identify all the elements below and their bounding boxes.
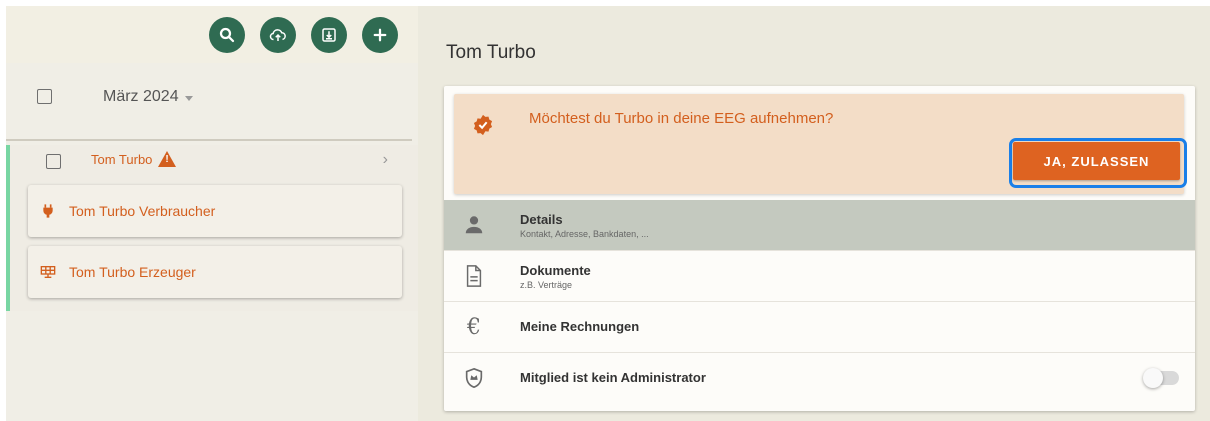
search-button[interactable]: [209, 17, 245, 53]
detail-menu: Details Kontakt, Adresse, Bankdaten, ...…: [444, 200, 1195, 404]
menu-item-title: Details: [520, 212, 563, 227]
document-icon: [463, 265, 485, 287]
search-icon: [219, 27, 235, 43]
menu-item-title: Dokumente: [520, 263, 591, 278]
meter-label: Tom Turbo Erzeuger: [69, 264, 196, 280]
verified-badge-icon: [473, 114, 493, 136]
member-name-wrap: Tom Turbo: [91, 151, 177, 167]
meter-item-producer[interactable]: Tom Turbo Erzeuger: [28, 246, 402, 298]
add-button[interactable]: [362, 17, 398, 53]
download-button[interactable]: [311, 17, 347, 53]
menu-item-subtitle: z.B. Verträge: [520, 280, 573, 290]
menu-item-documents[interactable]: Dokumente z.B. Verträge: [444, 251, 1195, 302]
solar-panel-icon: [40, 266, 56, 278]
meter-label: Tom Turbo Verbraucher: [69, 203, 216, 219]
member-list-panel: März 2024 Tom Turbo › Tom Turbo Verbrauc…: [6, 6, 418, 421]
toolbar: [209, 17, 398, 53]
select-all-checkbox[interactable]: [37, 89, 52, 104]
period-label: März 2024: [103, 88, 179, 105]
upload-button[interactable]: [260, 17, 296, 53]
banner-message: Möchtest du Turbo in deine EEG aufnehmen…: [529, 110, 834, 127]
period-dropdown[interactable]: März 2024: [103, 88, 193, 106]
page-title: Tom Turbo: [446, 42, 536, 63]
plus-icon: [373, 28, 387, 42]
euro-glyph: €: [467, 314, 481, 340]
menu-item-details[interactable]: Details Kontakt, Adresse, Bankdaten, ...: [444, 200, 1195, 251]
download-icon: [322, 28, 336, 42]
menu-item-invoices[interactable]: € Meine Rechnungen: [444, 302, 1195, 353]
member-row[interactable]: Tom Turbo ›: [10, 145, 418, 179]
chevron-right-icon[interactable]: ›: [383, 151, 388, 169]
admin-toggle[interactable]: [1143, 368, 1179, 388]
approve-button[interactable]: JA, ZULASSEN: [1013, 142, 1180, 180]
shield-crown-icon: [463, 367, 485, 389]
detail-card: Möchtest du Turbo in deine EEG aufnehmen…: [444, 86, 1195, 411]
list-toolbar-area: [6, 6, 418, 63]
chevron-down-icon: [184, 96, 193, 101]
member-name: Tom Turbo: [91, 151, 153, 167]
plug-icon: [43, 204, 53, 218]
euro-icon: €: [463, 314, 485, 340]
menu-item-subtitle: Kontakt, Adresse, Bankdaten, ...: [520, 229, 649, 239]
menu-item-admin: Mitglied ist kein Administrator: [444, 353, 1195, 404]
period-selector-row: März 2024: [6, 63, 412, 141]
toggle-knob: [1143, 368, 1163, 388]
member-group: Tom Turbo › Tom Turbo Verbraucher Tom Tu…: [6, 145, 418, 311]
cloud-upload-icon: [269, 29, 286, 41]
warning-icon: [158, 151, 177, 167]
menu-item-title: Meine Rechnungen: [520, 319, 640, 334]
member-checkbox[interactable]: [46, 154, 61, 169]
menu-item-title: Mitglied ist kein Administrator: [520, 370, 706, 385]
meter-item-consumer[interactable]: Tom Turbo Verbraucher: [28, 185, 402, 237]
person-icon: [463, 214, 485, 236]
member-detail-panel: Tom Turbo Möchtest du Turbo in deine EEG…: [418, 6, 1210, 421]
